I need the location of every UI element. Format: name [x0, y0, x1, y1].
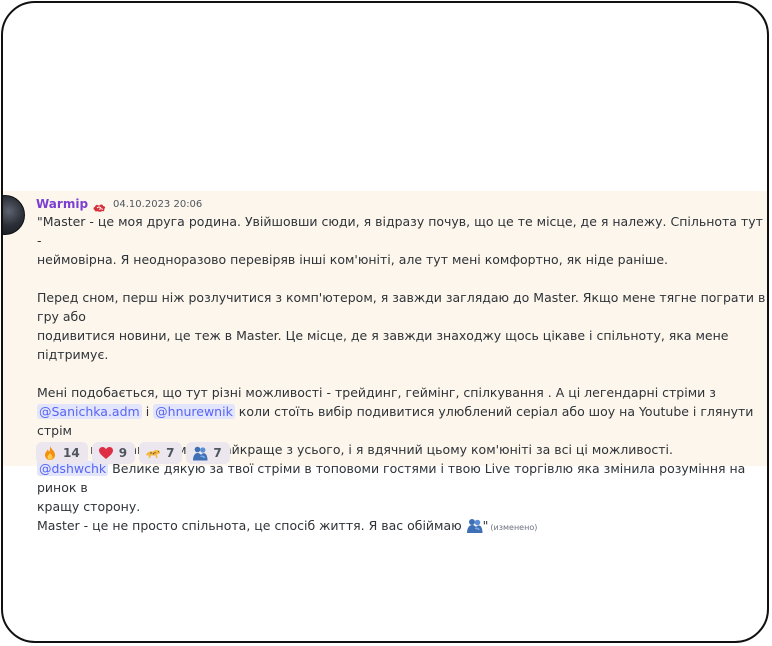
reaction-heart[interactable]: 9 [91, 442, 136, 464]
leopard-icon [145, 445, 161, 461]
message-timestamp: 04.10.2023 20:06 [113, 198, 203, 210]
reaction-count: 14 [63, 446, 80, 460]
message-line: кращу сторону. [37, 499, 141, 514]
fire-icon [42, 445, 58, 461]
line-text: " [482, 518, 489, 533]
message-header: Warmip 04.10.2023 20:06 [36, 196, 202, 212]
message-line: подивитися новини, це теж в Master. Це м… [37, 328, 729, 362]
line-text: і [141, 404, 154, 419]
reaction-fire[interactable]: 14 [36, 442, 88, 464]
reaction-count: 7 [213, 446, 222, 460]
people-hugging-icon [192, 445, 208, 461]
reactions-bar: 14 9 7 7 [36, 442, 230, 464]
red-heart-icon [98, 445, 114, 461]
mention-hnurewnik[interactable]: @hnurewnik [153, 404, 235, 419]
reaction-leopard[interactable]: 7 [139, 442, 183, 464]
reaction-count: 7 [166, 446, 175, 460]
line-text: Master - це не просто спільнота, це спос… [37, 518, 466, 533]
clouds-icon [92, 198, 108, 212]
message-line: Master - це не просто спільнота, це спос… [37, 516, 767, 537]
screenshot-frame: Warmip 04.10.2023 20:06 "Master - це моя… [1, 1, 769, 643]
mention-sanichka[interactable]: @Sanichka.adm [37, 404, 142, 419]
message-line: "Master - це моя друга родина. Увійшовши… [37, 214, 763, 248]
message-line: @Sanichka.adm і @hnurewnik коли стоїть в… [37, 402, 767, 440]
message-line: @dshwchk Велике дякую за твої стріми в т… [37, 459, 767, 497]
message-line: Перед сном, перш ніж розлучитися з комп'… [37, 290, 766, 324]
message-line: неймовірна. Я неодноразово перевіряв інш… [37, 252, 668, 267]
message-content: "Master - це моя друга родина. Увійшовши… [37, 212, 767, 537]
author-name[interactable]: Warmip [36, 197, 88, 211]
edited-label: (изменено) [490, 523, 538, 532]
line-text: Велике дякую за твої стріми в топовоми г… [37, 461, 746, 495]
message-line: Мені подобається, що тут різні можливост… [37, 385, 716, 400]
reaction-hug[interactable]: 7 [186, 442, 230, 464]
people-hugging-icon [466, 518, 483, 533]
reaction-count: 9 [118, 446, 128, 460]
